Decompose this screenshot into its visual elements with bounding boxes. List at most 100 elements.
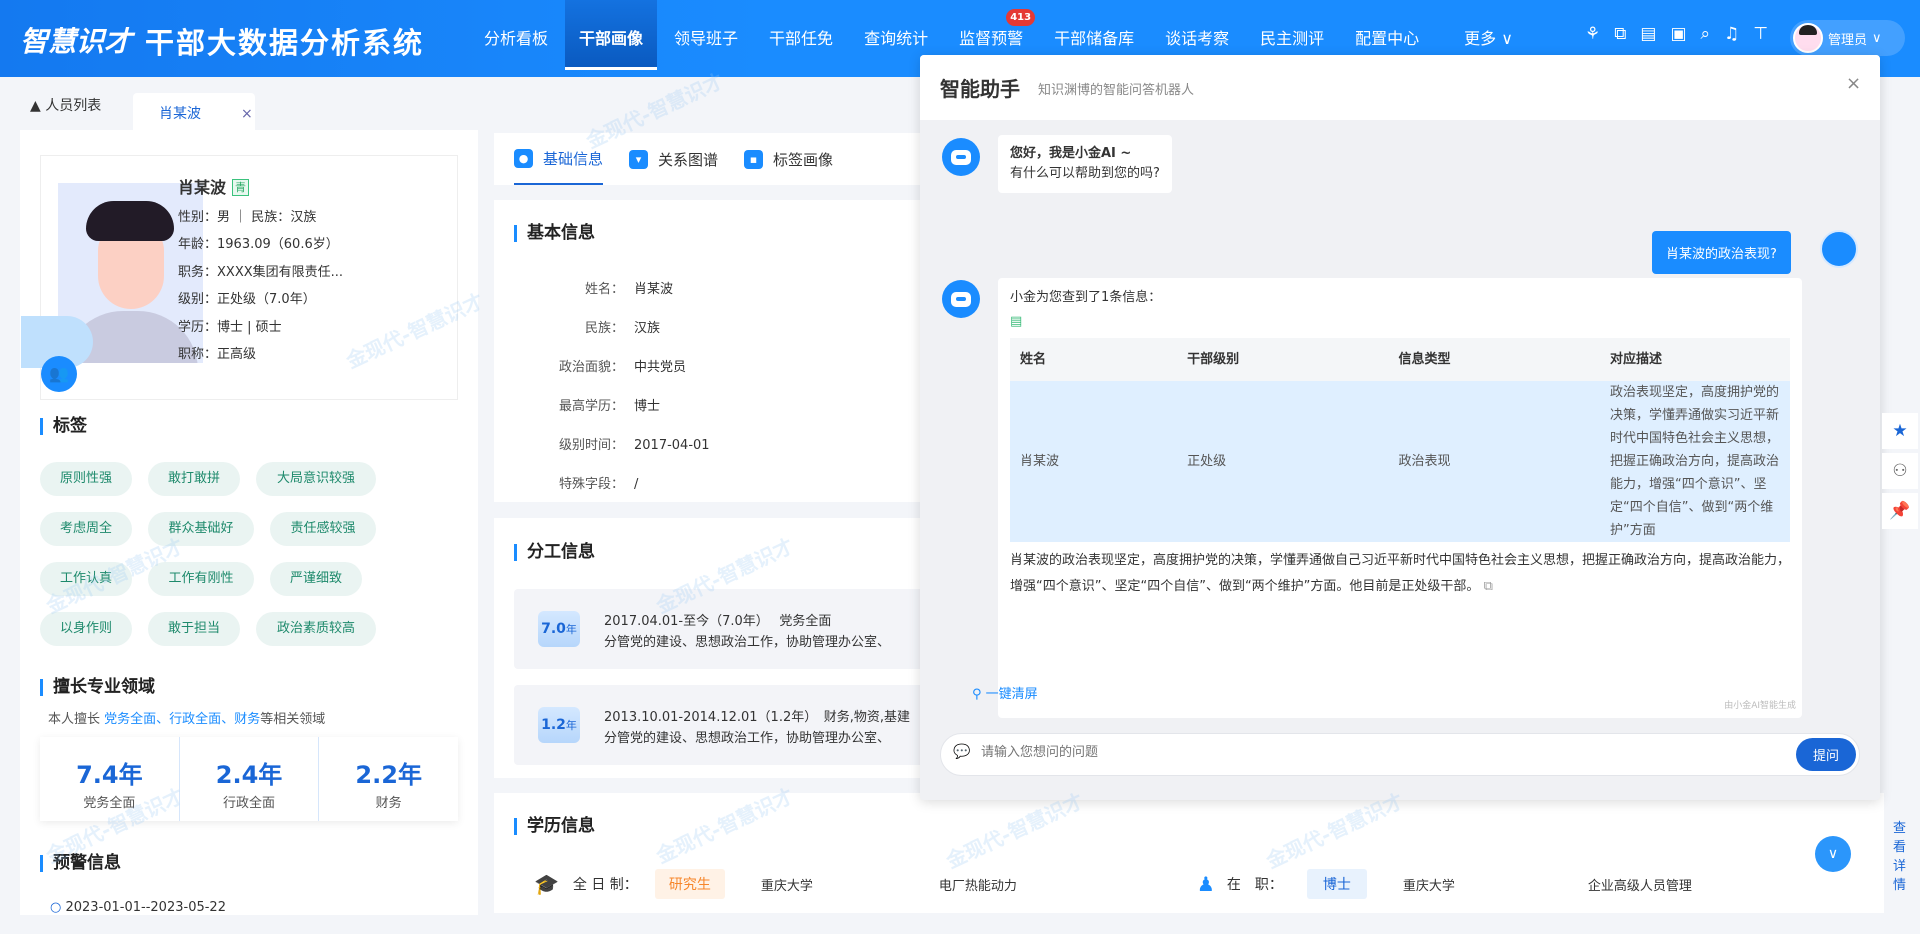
field-value: 汉族 <box>634 321 660 336</box>
field-value: 博士 <box>634 399 660 414</box>
post: XXXX集团有限责任... <box>217 265 343 280</box>
nav-label: 配置中心 <box>1355 29 1419 48</box>
table-header: 干部级别 <box>1177 338 1388 381</box>
close-icon[interactable]: × <box>1846 73 1861 94</box>
chevron-down-icon: ∨ <box>1828 846 1838 862</box>
duty-item: 7.0年2017.04.01-至今（7.0年） 党务全面分管党的建设、思想政治工… <box>514 589 934 669</box>
pin-icon[interactable]: 📌 <box>1882 493 1918 529</box>
expertise-item: 财务 <box>234 712 260 727</box>
bell-icon[interactable]: ♫ <box>1724 24 1739 44</box>
tag: 原则性强 <box>40 462 132 496</box>
person-name: 肖某波 <box>178 178 226 197</box>
level: 正处级（7.0年） <box>217 292 316 307</box>
years-value: 7.0 <box>541 621 566 637</box>
star-icon[interactable]: ★ <box>1882 413 1918 449</box>
stat-value: 7.4年 <box>40 755 179 790</box>
nav-item[interactable]: 分析看板 <box>470 0 562 70</box>
field-label: 级别时间： <box>544 434 624 453</box>
stat: 7.4年党务全面 <box>40 737 179 821</box>
education-card: 学历信息 查看详情 🎓 全 日 制： 研究生 重庆大学 电厂热能动力 ♟ 在 职… <box>494 793 1884 913</box>
user-name: 管理员 <box>1828 29 1867 48</box>
tab-basic-info[interactable]: ●基础信息 <box>514 133 603 185</box>
field-value: / <box>634 477 638 492</box>
tag: 敢打敢拼 <box>148 462 240 496</box>
field-label: 政治面貌： <box>544 356 624 375</box>
org-chart-icon[interactable]: ⚇ <box>1882 453 1918 489</box>
tab-person-list[interactable]: ▲ 人员列表 <box>30 95 101 115</box>
label: 年龄： <box>178 237 217 252</box>
scroll-down-button[interactable]: ∨ <box>1815 836 1851 872</box>
tab-label: 标签画像 <box>773 149 833 170</box>
chevron-down-icon: ∨ <box>1872 31 1882 46</box>
mascot-icon[interactable]: ⚘ <box>1585 24 1600 44</box>
stat-label: 行政全面 <box>180 792 319 811</box>
profile-info: 肖某波青 性别：男 ｜ 民族：汉族 年龄：1963.09（60.6岁） 职务：X… <box>178 174 343 369</box>
tag: 考虑周全 <box>40 512 132 546</box>
warning-date: 2023-01-01--2023-05-22 <box>65 900 225 915</box>
label: 民族： <box>251 210 290 225</box>
tab-current-person[interactable]: 肖某波× <box>133 93 255 130</box>
person-icon: ▲ <box>30 98 45 114</box>
broom-icon: ⚲ <box>972 687 986 702</box>
nav-label: 谈话考察 <box>1165 29 1229 48</box>
search-icon[interactable]: ⌕ <box>1701 24 1711 44</box>
duty-period: 2013.10.01-2014.12.01（1.2年） 财务,物资,基建 <box>604 707 910 728</box>
duty-period: 2017.04.01-至今（7.0年） 党务全面 <box>604 611 890 632</box>
tag: 责任感较强 <box>270 512 376 546</box>
table-cell: 政治表现坚定，高度拥护党的决策，学懂弄通做实习近平新时代中国特色社会主义思想，把… <box>1600 381 1790 542</box>
tab-label: 人员列表 <box>45 98 101 114</box>
nav-label: 干部任免 <box>769 29 833 48</box>
view-details-link[interactable]: 查看详情 <box>1893 817 1906 893</box>
bot-greeting: 您好，我是小金AI ~ 有什么可以帮助到您的吗? <box>998 135 1172 193</box>
nav-item[interactable]: 领导班子 <box>660 0 752 70</box>
info-field: 级别时间：2017-04-01 <box>544 434 710 453</box>
nav-item[interactable]: 干部任免 <box>755 0 847 70</box>
age: 1963.09（60.6岁） <box>217 237 339 252</box>
school: 重庆大学 <box>1403 875 1588 894</box>
nav-item[interactable]: 干部画像 <box>565 0 657 70</box>
chat-bubble-icon: 💬 <box>953 744 970 760</box>
table-cell: 肖某波 <box>1010 381 1177 542</box>
user-menu[interactable]: 管理员 ∨ <box>1790 20 1905 56</box>
section-title-tags: 标签 <box>40 418 87 435</box>
education-row: 🎓 全 日 制： 研究生 重庆大学 电厂热能动力 ♟ 在 职： 博士 重庆大学 … <box>534 869 1692 899</box>
label: 职称： <box>178 347 217 362</box>
question-input[interactable] <box>981 744 1681 759</box>
chat-subtitle: 知识渊博的智能问答机器人 <box>1038 79 1194 98</box>
answer-summary: 肖某波的政治表现坚定，高度拥护党的决策，学懂弄通做自己习近平新时代中国特色社会主… <box>1010 553 1790 594</box>
main-tabs: ●基础信息 ▾关系图谱 ▪ 标签画像 <box>494 133 930 185</box>
tab-relation-graph[interactable]: ▾关系图谱 <box>629 133 718 185</box>
person-icon: ● <box>514 149 533 168</box>
group-icon[interactable]: 👥 <box>41 356 77 392</box>
close-icon[interactable]: × <box>241 106 253 122</box>
duty-text: 2013.10.01-2014.12.01（1.2年） 财务,物资,基建分管党的… <box>604 707 910 749</box>
ethnic: 汉族 <box>290 210 316 225</box>
clear-screen-button[interactable]: ⚲ 一键清屏 <box>972 683 1038 702</box>
clear-label: 一键清屏 <box>986 687 1038 702</box>
gender: 男 <box>217 210 230 225</box>
greeting-title: 您好，我是小金AI ~ <box>1010 144 1160 164</box>
apps-icon: ▪ <box>744 150 763 169</box>
grid-icon[interactable]: ⧉ <box>1614 24 1626 44</box>
answer-table: 姓名干部级别信息类型对应描述 肖某波正处级政治表现政治表现坚定，高度拥护党的决策… <box>1010 338 1790 542</box>
folder-star-icon[interactable]: ▣ <box>1670 24 1686 44</box>
copy-icon[interactable]: ⧉ <box>1484 579 1493 594</box>
user-avatar <box>1820 230 1858 268</box>
robot-avatar-icon <box>942 280 980 318</box>
profile-card: 肖某波青 性别：男 ｜ 民族：汉族 年龄：1963.09（60.6岁） 职务：X… <box>40 155 458 400</box>
document-icon[interactable]: ▤ <box>1640 24 1656 44</box>
field-label: 最高学历： <box>544 395 624 414</box>
label: 全 日 制： <box>573 874 655 894</box>
label: 级别： <box>178 292 217 307</box>
stat-value: 2.2年 <box>319 755 458 790</box>
table-cell: 政治表现 <box>1389 381 1600 542</box>
warning-item[interactable]: ○ 2023-01-01--2023-05-22 <box>50 900 226 915</box>
ask-button[interactable]: 提问 <box>1796 738 1856 771</box>
section-title-duty: 分工信息 <box>514 544 595 561</box>
tab-tag-portrait[interactable]: ▪ 标签画像 <box>744 133 833 185</box>
major: 电厂热能动力 <box>939 875 1197 894</box>
shirt-icon[interactable]: ⊤ <box>1753 24 1768 44</box>
stat-value: 2.4年 <box>180 755 319 790</box>
nav-label: 民主测评 <box>1260 29 1324 48</box>
section-title-warning: 预警信息 <box>40 855 121 872</box>
